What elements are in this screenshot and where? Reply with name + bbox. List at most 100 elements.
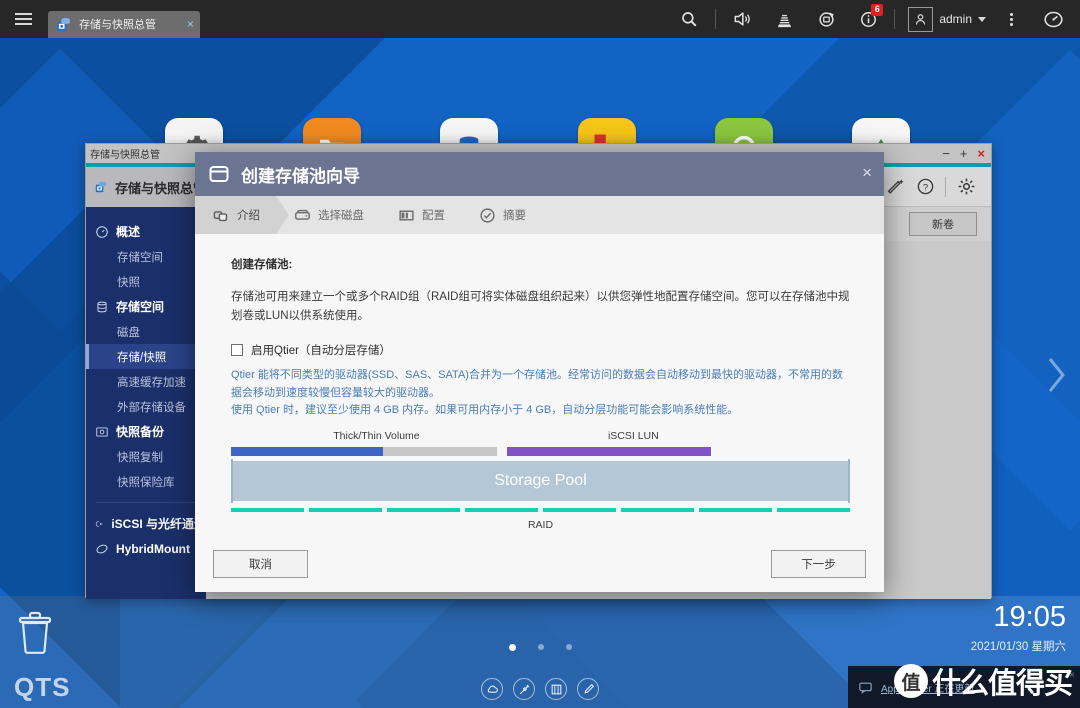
desktop-page-dots	[0, 644, 1080, 651]
wizard-step-label: 配置	[422, 210, 445, 222]
sidebar-item-cache-acceleration[interactable]: 高速缓存加速	[86, 369, 206, 394]
sidebar-item-disks[interactable]: 磁盘	[86, 319, 206, 344]
sidebar-label: 快照复制	[117, 451, 163, 464]
hamburger-icon[interactable]	[0, 0, 46, 38]
enable-qtier-label: 启用Qtier（自动分层存储）	[251, 344, 391, 357]
topbar-right-group: 6 admin	[668, 0, 1080, 38]
sidebar-label: 快照	[117, 276, 140, 289]
sidebar-item-snapshot-backup[interactable]: 快照备份	[86, 419, 206, 444]
wizard-step-intro[interactable]: 介绍	[195, 196, 289, 234]
help-question-icon[interactable]: ?	[916, 177, 935, 196]
sidebar-item-hybridmount[interactable]: HybridMount	[86, 536, 206, 561]
sidebar-label: 快照保险库	[117, 476, 175, 489]
sidebar-nav: 概述 存储空间 快照 存储空间 磁盘 存储/快照 高速缓存加速 外部存储设备 快…	[86, 219, 206, 561]
diagram-volume-bar-fill	[231, 447, 383, 456]
next-button[interactable]: 下一步	[771, 550, 866, 578]
settings-gear-icon[interactable]	[956, 176, 977, 197]
notification-badge: 6	[871, 4, 884, 16]
search-icon[interactable]	[668, 0, 710, 38]
close-icon[interactable]: ×	[183, 18, 194, 30]
sidebar-label: 磁盘	[117, 326, 140, 339]
diagram-volume-bar	[231, 447, 498, 456]
raid-segment	[465, 508, 538, 512]
notification-close-icon[interactable]: ×	[1069, 670, 1075, 681]
storage-stack-icon	[97, 301, 107, 312]
clock-time: 19:05	[993, 601, 1066, 633]
sidebar-item-iscsi-fibre-channel[interactable]: iSCSI 与光纤通道	[86, 511, 206, 536]
qts-desktop: 存储与快照总管 − + × 存储与快照总管 概述 存储空间 快照 存储空间 磁盘…	[0, 0, 1080, 708]
wizard-wand-icon[interactable]	[887, 177, 906, 196]
sidebar-item-external-storage[interactable]: 外部存储设备	[86, 394, 206, 419]
raid-segment	[621, 508, 694, 512]
window-minimize-button[interactable]: −	[942, 147, 950, 160]
dialog-title-text: 创建存储池向导	[241, 166, 360, 186]
background-tasks-icon[interactable]	[763, 0, 805, 38]
wizard-step-label: 选择磁盘	[318, 210, 364, 222]
raid-segment	[231, 508, 304, 512]
taskbar-tab-label: 存储与快照总管	[79, 19, 156, 31]
sidebar-label: 高速缓存加速	[117, 376, 186, 389]
app-header-title: 存储与快照总管	[114, 180, 206, 196]
volume-icon[interactable]	[721, 0, 763, 38]
diagram-raid-segments	[231, 508, 850, 512]
wizard-step-configure[interactable]: 配置	[380, 196, 461, 234]
sidebar-item-snapshot-vault[interactable]: 快照保险库	[86, 469, 206, 494]
raid-segment	[543, 508, 616, 512]
dialog-close-button[interactable]: ×	[862, 164, 872, 181]
edit-icon[interactable]	[577, 678, 599, 700]
external-device-icon[interactable]	[805, 0, 847, 38]
wizard-step-label: 摘要	[503, 210, 526, 222]
trash-icon[interactable]	[14, 608, 56, 661]
window-controls: − + ×	[942, 144, 985, 163]
notes-icon[interactable]	[545, 678, 567, 700]
sidebar-item-snapshot[interactable]: 快照	[86, 269, 206, 294]
diagram-raid-label: RAID	[527, 519, 554, 531]
summary-check-icon	[479, 207, 496, 224]
cloud-icon[interactable]	[481, 678, 503, 700]
hybridmount-icon	[96, 544, 108, 553]
page-dot[interactable]	[537, 644, 544, 650]
sidebar-label: 外部存储设备	[117, 401, 186, 414]
storage-snapshot-icon	[95, 181, 107, 193]
wizard-step-select-disks[interactable]: 选择磁盘	[276, 196, 380, 234]
enable-qtier-checkbox-row[interactable]: 启用Qtier（自动分层存储）	[231, 342, 850, 358]
new-volume-button[interactable]: 新卷	[909, 212, 977, 236]
sidebar-item-snapshot-replica[interactable]: 快照复制	[86, 444, 206, 469]
iscsi-icon	[95, 520, 103, 527]
dialog-footer: 取消 下一步	[195, 536, 884, 592]
sidebar-item-storage-snapshot[interactable]: 存储/快照	[86, 344, 206, 369]
user-menu[interactable]: admin	[900, 6, 990, 32]
kebab-menu-icon[interactable]	[990, 0, 1032, 38]
notification-info-icon[interactable]: 6	[847, 0, 889, 38]
notification-toast[interactable]: App Center 正在更新 ×	[848, 666, 1080, 708]
qtier-note-line-2: 使用 Qtier 时，建议至少使用 4 GB 内存。如果可用内存小于 4 GB，…	[231, 404, 739, 417]
diagram-lun-label: iSCSI LUN	[607, 430, 659, 442]
window-maximize-button[interactable]: +	[960, 147, 968, 160]
desktop-next-page-chevron[interactable]	[1046, 355, 1068, 400]
overview-gauge-icon	[96, 225, 108, 238]
sidebar-item-storage-space[interactable]: 存储空间	[86, 294, 206, 319]
cancel-button[interactable]: 取消	[213, 550, 308, 578]
sidebar-label: iSCSI 与光纤通道	[111, 517, 206, 531]
storage-pool-diagram: Thick/Thin Volume iSCSI LUN Storage Pool…	[231, 430, 850, 531]
sidebar-label: 快照备份	[116, 425, 165, 439]
configure-icon	[398, 207, 415, 224]
raid-segment	[387, 508, 460, 512]
diagram-volume-label: Thick/Thin Volume	[333, 430, 420, 442]
taskbar-tab-storage-snapshot[interactable]: 存储与快照总管 ×	[48, 10, 200, 38]
sidebar-item-overview[interactable]: 概述	[86, 219, 206, 244]
enable-qtier-checkbox[interactable]	[231, 343, 243, 356]
wizard-steps: 介绍 选择磁盘 配置 摘要	[195, 196, 884, 234]
top-navigation-bar: 存储与快照总管 × 6 admin	[0, 0, 1080, 38]
tools-icon[interactable]	[513, 678, 535, 700]
page-dot[interactable]	[508, 644, 516, 651]
toolbar-divider	[945, 176, 946, 197]
clock-date: 2021/01/30 星期六	[970, 641, 1066, 653]
sidebar-label: HybridMount	[116, 541, 190, 556]
page-dot[interactable]	[565, 644, 572, 650]
window-close-button[interactable]: ×	[977, 147, 985, 160]
qtier-note-line-1: Qtier 能将不同类型的驱动器(SSD、SAS、SATA)合并为一个存储池。经…	[231, 368, 843, 399]
dashboard-gauge-icon[interactable]	[1032, 0, 1074, 38]
wizard-step-summary[interactable]: 摘要	[461, 196, 542, 234]
sidebar-item-storage-space-overview[interactable]: 存储空间	[86, 244, 206, 269]
